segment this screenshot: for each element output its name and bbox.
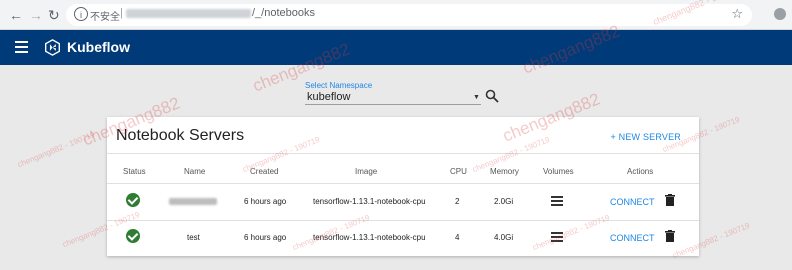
image-cell: tensorflow-1.13.1-notebook-cpu (313, 233, 426, 242)
new-server-button[interactable]: + NEW SERVER (610, 132, 681, 142)
created-cell: 6 hours ago (244, 233, 287, 242)
bookmark-star-icon[interactable]: ☆ (731, 6, 743, 22)
cpu-cell: 2 (455, 197, 460, 206)
column-header-created: Created (250, 167, 279, 176)
column-header-memory: Memory (490, 167, 519, 176)
dropdown-arrow-icon[interactable]: ▼ (473, 94, 480, 101)
column-header-name: Name (184, 167, 206, 176)
app-header: Kubeflow (0, 30, 792, 65)
volumes-list-icon[interactable] (551, 196, 563, 206)
redacted-server-name (169, 198, 217, 205)
forward-arrow-icon[interactable]: → (29, 6, 43, 24)
url-path: /_/notebooks (252, 7, 315, 19)
browser-toolbar: ← → ↻ i 不安全 | /_/notebooks ☆ (0, 0, 792, 30)
check-circle-icon (126, 193, 140, 207)
column-header-actions: Actions (627, 167, 654, 176)
image-cell: tensorflow-1.13.1-notebook-cpu (313, 197, 426, 206)
notebook-servers-card: Notebook Servers + NEW SERVER Status Nam… (107, 117, 699, 256)
url-text: /_/notebooks (126, 7, 315, 19)
memory-cell: 4.0Gi (494, 233, 514, 242)
connect-button[interactable]: CONNECT (610, 233, 655, 243)
back-arrow-icon[interactable]: ← (9, 6, 23, 24)
url-separator: | (120, 7, 123, 19)
created-cell: 6 hours ago (244, 197, 287, 206)
cpu-cell: 4 (455, 233, 460, 242)
profile-avatar-icon[interactable] (774, 8, 786, 20)
volumes-list-icon[interactable] (551, 232, 563, 242)
kubeflow-logo-icon (45, 39, 60, 56)
redacted-host (126, 8, 251, 18)
column-header-volumes: Volumes (543, 167, 574, 176)
memory-cell: 2.0Gi (494, 197, 514, 206)
title-divider (107, 153, 699, 154)
row-divider (107, 220, 699, 221)
delete-trash-icon[interactable] (665, 230, 675, 242)
app-title: Kubeflow (67, 39, 130, 55)
column-header-status: Status (123, 167, 146, 176)
name-cell: test (187, 233, 200, 242)
column-header-image: Image (355, 167, 378, 176)
check-circle-icon (126, 229, 140, 243)
reload-icon[interactable]: ↻ (48, 6, 60, 24)
menu-icon[interactable] (15, 41, 28, 53)
connect-button[interactable]: CONNECT (610, 197, 655, 207)
card-title: Notebook Servers (116, 127, 245, 144)
column-header-cpu: CPU (450, 167, 467, 176)
address-bar[interactable]: i 不安全 | /_/notebooks ☆ (66, 4, 752, 26)
namespace-select[interactable]: kubeflow (307, 91, 350, 103)
namespace-underline (305, 104, 481, 105)
info-icon[interactable]: i (74, 7, 88, 21)
search-icon[interactable] (485, 89, 499, 103)
watermark-text: chengang882 - 190719 (16, 129, 96, 170)
insecure-label: 不安全 (90, 12, 120, 23)
header-divider (107, 183, 699, 184)
delete-trash-icon[interactable] (665, 194, 675, 206)
namespace-label: Select Namespace (305, 81, 373, 90)
